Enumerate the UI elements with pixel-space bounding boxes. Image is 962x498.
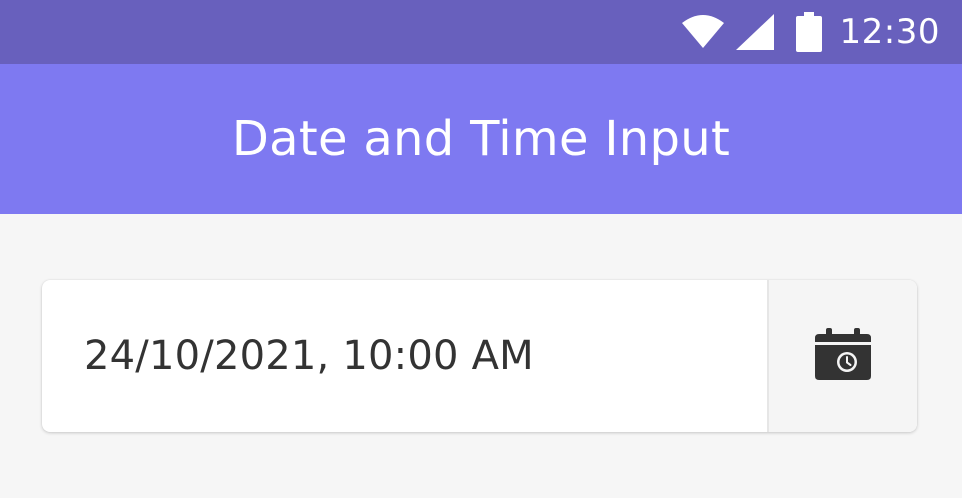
- signal-icon: [735, 14, 774, 50]
- status-time: 12:30: [839, 12, 940, 52]
- status-bar: 12:30: [0, 0, 962, 64]
- wifi-icon: [681, 15, 724, 49]
- page-title: Date and Time Input: [231, 111, 731, 167]
- battery-icon: [795, 12, 822, 52]
- app-bar: Date and Time Input: [0, 64, 962, 214]
- status-icons: 12:30: [681, 0, 940, 64]
- datetime-input[interactable]: 24/10/2021, 10:00 AM: [42, 280, 917, 432]
- datetime-picker-button[interactable]: [767, 280, 917, 432]
- calendar-clock-icon: [815, 328, 871, 384]
- datetime-value[interactable]: 24/10/2021, 10:00 AM: [42, 280, 767, 432]
- screen: 12:30 Date and Time Input 24/10/2021, 10…: [0, 0, 962, 498]
- content: 24/10/2021, 10:00 AM: [0, 214, 962, 498]
